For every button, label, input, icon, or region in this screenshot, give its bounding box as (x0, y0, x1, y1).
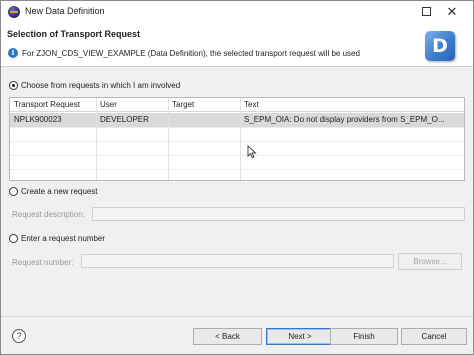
request-number-input[interactable] (81, 254, 394, 268)
table-gridline (10, 127, 464, 128)
cell-transport-request[interactable]: NPLK900023 (11, 113, 96, 127)
dialog-window: New Data Definition ✕ Selection of Trans… (0, 0, 474, 355)
browse-button[interactable]: Browse... (398, 253, 462, 270)
close-button[interactable]: ✕ (429, 1, 473, 23)
cell-text[interactable]: S_EPM_OIA: Do not display providers from… (241, 113, 464, 127)
window-title: New Data Definition (25, 6, 105, 16)
eclipse-app-icon (8, 6, 20, 18)
footer-separator (1, 316, 473, 317)
radio-create-request-label[interactable]: Create a new request (21, 187, 98, 196)
table-gridline (10, 169, 464, 170)
column-header-target[interactable]: Target (169, 98, 240, 112)
close-icon: ✕ (446, 4, 458, 19)
radio-enter-request-number[interactable] (9, 234, 18, 243)
wizard-banner: Selection of Transport Request i For ZJO… (1, 23, 473, 67)
data-definition-logo-icon: D (425, 31, 455, 61)
request-number-label: Request number: (12, 258, 74, 267)
table-gridline (10, 155, 464, 156)
radio-enter-request-number-label[interactable]: Enter a request number (21, 234, 105, 243)
title-bar: New Data Definition ✕ (1, 1, 473, 23)
mouse-cursor-icon (247, 145, 257, 159)
cell-target[interactable] (169, 113, 240, 127)
finish-button[interactable]: Finish (330, 328, 398, 345)
next-button[interactable]: Next > (266, 328, 334, 345)
radio-involved-requests[interactable] (9, 81, 18, 90)
help-icon[interactable]: ? (12, 329, 26, 343)
cell-user[interactable]: DEVELOPER (97, 113, 168, 127)
column-header-user[interactable]: User (97, 98, 168, 112)
column-header-transport-request[interactable]: Transport Request (11, 98, 96, 112)
banner-message: For ZJON_CDS_VIEW_EXAMPLE (Data Definiti… (22, 49, 360, 58)
column-header-text[interactable]: Text (241, 98, 464, 112)
radio-create-request[interactable] (9, 187, 18, 196)
back-button[interactable]: < Back (193, 328, 262, 345)
radio-involved-requests-label[interactable]: Choose from requests in which I am invol… (21, 81, 180, 90)
cancel-button[interactable]: Cancel (401, 328, 467, 345)
info-icon: i (8, 48, 18, 58)
request-description-input[interactable] (92, 207, 465, 221)
table-gridline (10, 141, 464, 142)
transport-request-table[interactable]: Transport Request User Target Text NPLK9… (9, 97, 465, 181)
request-description-label: Request description: (12, 210, 85, 219)
page-title: Selection of Transport Request (7, 29, 141, 39)
